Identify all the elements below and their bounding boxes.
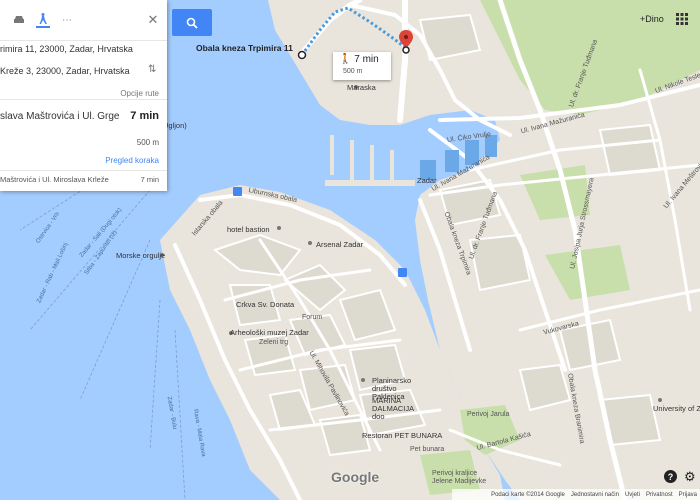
callout-time-value: 7 min [354,54,379,65]
directions-panel: ⋯ ✕ rimira 11, 23000, Zadar, Hrvatska Kr… [0,0,167,191]
callout-time: 🚶 7 min [339,54,379,65]
poi-label-maraska: Maraska [347,83,376,92]
poi-label-pet-bunara-sq: Pet bunara [410,446,445,453]
map-data-attribution: Podaci karte ©2014 Google [491,491,565,498]
car-icon[interactable] [12,13,26,27]
gear-icon[interactable]: ⚙ [684,469,696,485]
terms-link[interactable]: Uvjeti [625,492,640,498]
walk-icon: 🚶 [339,54,352,65]
close-icon[interactable]: ✕ [145,12,161,28]
swap-icon[interactable]: ⇅ [148,64,156,75]
help-icon[interactable]: ? [664,470,677,483]
callout-distance: 500 m [343,68,363,75]
more-icon[interactable]: ⋯ [60,13,74,27]
origin-label: Obala kneza Trpimira 11 [196,43,293,53]
google-logo: Google [331,469,380,485]
poi-label-forum: Forum [302,314,323,321]
origin-marker[interactable] [297,50,307,60]
poi-label-donat: Crkva Sv. Donata [236,300,295,309]
privacy-link[interactable]: Privatnost [646,492,673,498]
search-button[interactable] [172,9,212,36]
alt-route-name: Maštrovića i Ul. Miroslava Krleže [0,175,109,184]
route-name: slava Maštrovića i Ul. Grge [0,111,120,122]
report-link[interactable]: Prijava [679,492,697,498]
park-label-perivoj: Perivoj Jarula [467,411,510,418]
poi-label-marina: MARINA DALMACIJA doo [372,396,414,421]
poi-label-petbunara: Restoran PET BUNARA [362,431,443,440]
route-callout[interactable]: 🚶 7 min 500 m [333,52,391,80]
search-icon [186,17,198,29]
route-option-alternative[interactable]: Maštrovića i Ul. Miroslava Krleže 7 min [0,171,167,191]
route-inputs: rimira 11, 23000, Zadar, Hrvatska Kreže … [0,41,167,100]
poi-label-university: University of Zadar [653,404,700,413]
poi-label-zeleni: Zeleni trg [259,339,289,346]
walk-icon[interactable] [36,12,50,28]
steps-link[interactable]: Pregled koraka [105,156,159,165]
route-options-link[interactable]: Opcije rute [120,89,159,98]
destination-field[interactable]: Kreže 3, 23000, Zadar, Hrvatska [0,66,140,76]
user-account-link[interactable]: +Dino [640,14,664,24]
apps-grid-icon[interactable] [676,13,688,25]
route-option-selected[interactable]: slava Maštrovića i Ul. Grge 7 min 500 m … [0,100,167,171]
route-distance: 500 m [136,138,159,147]
poi-label-arsenal: Arsenal Zadar [316,240,364,249]
park-label-perivoj-jelene: Perivoj kraljice Jelene Madijevke [432,470,487,485]
map-footer: Podaci karte ©2014 Google Jednostavni na… [452,489,700,500]
poi-label-morske: Morske orgulje [116,251,166,260]
poi-label-hotel: hotel bastion [227,225,270,234]
travel-mode-bar: ⋯ ✕ [0,0,167,41]
origin-field[interactable]: rimira 11, 23000, Zadar, Hrvatska [0,44,140,54]
route-time: 7 min [130,110,159,122]
alt-route-time: 7 min [140,175,159,184]
simple-mode-link[interactable]: Jednostavni način [571,492,619,498]
poi-label-arheoloski: Arheološki muzej Zadar [230,328,309,337]
